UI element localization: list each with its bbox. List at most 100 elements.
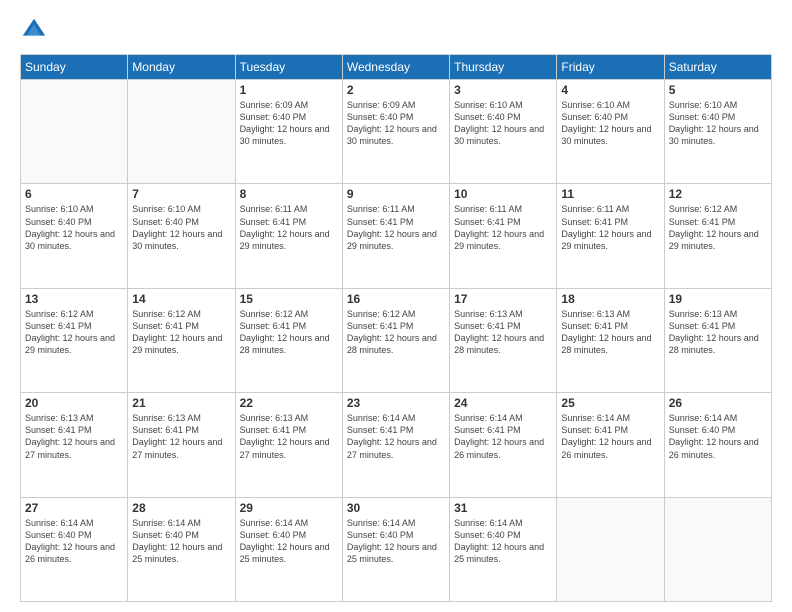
calendar-cell: 24 Sunrise: 6:14 AM Sunset: 6:41 PM Dayli… — [450, 393, 557, 497]
day-number: 14 — [132, 292, 230, 306]
day-detail: Sunrise: 6:14 AM Sunset: 6:41 PM Dayligh… — [347, 412, 445, 461]
day-detail: Sunrise: 6:10 AM Sunset: 6:40 PM Dayligh… — [25, 203, 123, 252]
calendar-cell: 21Sunrise: 6:13 AM Sunset: 6:41 PM Dayli… — [128, 393, 235, 497]
day-detail: Sunrise: 6:13 AM Sunset: 6:41 PM Dayligh… — [240, 412, 338, 461]
calendar-cell: 25Sunrise: 6:14 AM Sunset: 6:41 PM Dayli… — [557, 393, 664, 497]
day-number: 3 — [454, 83, 552, 97]
calendar-cell: 26Sunrise: 6:14 AM Sunset: 6:40 PM Dayli… — [664, 393, 771, 497]
calendar-day-header: Thursday — [450, 55, 557, 80]
day-detail: Sunrise: 6:12 AM Sunset: 6:41 PM Dayligh… — [669, 203, 767, 252]
day-number: 28 — [132, 501, 230, 515]
calendar-cell: 28 Sunrise: 6:14 AM Sunset: 6:40 PM Dayli… — [128, 497, 235, 601]
calendar-cell: 9Sunrise: 6:11 AM Sunset: 6:41 PM Daylig… — [342, 184, 449, 288]
calendar-cell: 22 Sunrise: 6:13 AM Sunset: 6:41 PM Dayli… — [235, 393, 342, 497]
calendar-day-header: Sunday — [21, 55, 128, 80]
logo — [20, 16, 52, 44]
calendar-cell: 31Sunrise: 6:14 AM Sunset: 6:40 PM Dayli… — [450, 497, 557, 601]
day-number: 22 — [240, 396, 338, 410]
day-detail: Sunrise: 6:10 AM Sunset: 6:40 PM Dayligh… — [132, 203, 230, 252]
day-number: 24 — [454, 396, 552, 410]
day-number: 23 — [347, 396, 445, 410]
calendar-cell: 1 Sunrise: 6:09 AM Sunset: 6:40 PM Daylig… — [235, 80, 342, 184]
calendar-week-row: 6 Sunrise: 6:10 AM Sunset: 6:40 PM Daylig… — [21, 184, 772, 288]
day-detail: Sunrise: 6:11 AM Sunset: 6:41 PM Dayligh… — [561, 203, 659, 252]
day-detail: Sunrise: 6:11 AM Sunset: 6:41 PM Dayligh… — [240, 203, 338, 252]
day-number: 2 — [347, 83, 445, 97]
day-number: 12 — [669, 187, 767, 201]
calendar-cell: 29Sunrise: 6:14 AM Sunset: 6:40 PM Dayli… — [235, 497, 342, 601]
day-detail: Sunrise: 6:09 AM Sunset: 6:40 PM Dayligh… — [347, 99, 445, 148]
day-number: 6 — [25, 187, 123, 201]
day-detail: Sunrise: 6:10 AM Sunset: 6:40 PM Dayligh… — [454, 99, 552, 148]
day-number: 16 — [347, 292, 445, 306]
calendar-day-header: Wednesday — [342, 55, 449, 80]
day-detail: Sunrise: 6:14 AM Sunset: 6:41 PM Dayligh… — [561, 412, 659, 461]
calendar-cell: 7 Sunrise: 6:10 AM Sunset: 6:40 PM Daylig… — [128, 184, 235, 288]
day-number: 29 — [240, 501, 338, 515]
calendar-cell: 3 Sunrise: 6:10 AM Sunset: 6:40 PM Daylig… — [450, 80, 557, 184]
day-detail: Sunrise: 6:13 AM Sunset: 6:41 PM Dayligh… — [561, 308, 659, 357]
page: SundayMondayTuesdayWednesdayThursdayFrid… — [0, 0, 792, 612]
day-detail: Sunrise: 6:14 AM Sunset: 6:40 PM Dayligh… — [347, 517, 445, 566]
calendar-week-row: 1 Sunrise: 6:09 AM Sunset: 6:40 PM Daylig… — [21, 80, 772, 184]
calendar-cell: 10 Sunrise: 6:11 AM Sunset: 6:41 PM Dayli… — [450, 184, 557, 288]
day-detail: Sunrise: 6:14 AM Sunset: 6:40 PM Dayligh… — [454, 517, 552, 566]
day-detail: Sunrise: 6:13 AM Sunset: 6:41 PM Dayligh… — [454, 308, 552, 357]
calendar-cell: 18 Sunrise: 6:13 AM Sunset: 6:41 PM Dayli… — [557, 288, 664, 392]
day-number: 21 — [132, 396, 230, 410]
day-detail: Sunrise: 6:12 AM Sunset: 6:41 PM Dayligh… — [132, 308, 230, 357]
day-detail: Sunrise: 6:13 AM Sunset: 6:41 PM Dayligh… — [25, 412, 123, 461]
day-number: 10 — [454, 187, 552, 201]
calendar-cell: 23 Sunrise: 6:14 AM Sunset: 6:41 PM Dayli… — [342, 393, 449, 497]
calendar-week-row: 27 Sunrise: 6:14 AM Sunset: 6:40 PM Dayli… — [21, 497, 772, 601]
calendar-day-header: Tuesday — [235, 55, 342, 80]
calendar-cell: 8 Sunrise: 6:11 AM Sunset: 6:41 PM Daylig… — [235, 184, 342, 288]
day-number: 5 — [669, 83, 767, 97]
day-number: 4 — [561, 83, 659, 97]
calendar-cell: 14 Sunrise: 6:12 AM Sunset: 6:41 PM Dayli… — [128, 288, 235, 392]
calendar-cell: 17Sunrise: 6:13 AM Sunset: 6:41 PM Dayli… — [450, 288, 557, 392]
day-number: 26 — [669, 396, 767, 410]
day-number: 19 — [669, 292, 767, 306]
day-detail: Sunrise: 6:11 AM Sunset: 6:41 PM Dayligh… — [347, 203, 445, 252]
calendar-cell: 30 Sunrise: 6:14 AM Sunset: 6:40 PM Dayli… — [342, 497, 449, 601]
header — [20, 16, 772, 44]
calendar-cell — [664, 497, 771, 601]
day-detail: Sunrise: 6:10 AM Sunset: 6:40 PM Dayligh… — [561, 99, 659, 148]
day-number: 15 — [240, 292, 338, 306]
calendar-table: SundayMondayTuesdayWednesdayThursdayFrid… — [20, 54, 772, 602]
calendar-cell: 6 Sunrise: 6:10 AM Sunset: 6:40 PM Daylig… — [21, 184, 128, 288]
logo-icon — [20, 16, 48, 44]
day-number: 27 — [25, 501, 123, 515]
day-number: 1 — [240, 83, 338, 97]
calendar-cell: 5 Sunrise: 6:10 AM Sunset: 6:40 PM Daylig… — [664, 80, 771, 184]
calendar-cell: 12 Sunrise: 6:12 AM Sunset: 6:41 PM Dayli… — [664, 184, 771, 288]
calendar-cell: 13Sunrise: 6:12 AM Sunset: 6:41 PM Dayli… — [21, 288, 128, 392]
calendar-day-header: Saturday — [664, 55, 771, 80]
calendar-cell: 16Sunrise: 6:12 AM Sunset: 6:41 PM Dayli… — [342, 288, 449, 392]
calendar-cell — [557, 497, 664, 601]
calendar-week-row: 20Sunrise: 6:13 AM Sunset: 6:41 PM Dayli… — [21, 393, 772, 497]
day-number: 7 — [132, 187, 230, 201]
day-detail: Sunrise: 6:11 AM Sunset: 6:41 PM Dayligh… — [454, 203, 552, 252]
day-number: 30 — [347, 501, 445, 515]
day-detail: Sunrise: 6:12 AM Sunset: 6:41 PM Dayligh… — [25, 308, 123, 357]
day-detail: Sunrise: 6:09 AM Sunset: 6:40 PM Dayligh… — [240, 99, 338, 148]
day-detail: Sunrise: 6:14 AM Sunset: 6:41 PM Dayligh… — [454, 412, 552, 461]
calendar-cell: 19 Sunrise: 6:13 AM Sunset: 6:41 PM Dayli… — [664, 288, 771, 392]
day-detail: Sunrise: 6:13 AM Sunset: 6:41 PM Dayligh… — [669, 308, 767, 357]
calendar-cell: 11 Sunrise: 6:11 AM Sunset: 6:41 PM Dayli… — [557, 184, 664, 288]
day-detail: Sunrise: 6:12 AM Sunset: 6:41 PM Dayligh… — [240, 308, 338, 357]
calendar-day-header: Friday — [557, 55, 664, 80]
day-detail: Sunrise: 6:14 AM Sunset: 6:40 PM Dayligh… — [132, 517, 230, 566]
day-detail: Sunrise: 6:10 AM Sunset: 6:40 PM Dayligh… — [669, 99, 767, 148]
calendar-cell: 15 Sunrise: 6:12 AM Sunset: 6:41 PM Dayli… — [235, 288, 342, 392]
calendar-cell: 20Sunrise: 6:13 AM Sunset: 6:41 PM Dayli… — [21, 393, 128, 497]
calendar-cell — [128, 80, 235, 184]
day-detail: Sunrise: 6:14 AM Sunset: 6:40 PM Dayligh… — [25, 517, 123, 566]
calendar-cell: 2 Sunrise: 6:09 AM Sunset: 6:40 PM Daylig… — [342, 80, 449, 184]
day-number: 18 — [561, 292, 659, 306]
day-number: 11 — [561, 187, 659, 201]
calendar-day-header: Monday — [128, 55, 235, 80]
day-number: 8 — [240, 187, 338, 201]
